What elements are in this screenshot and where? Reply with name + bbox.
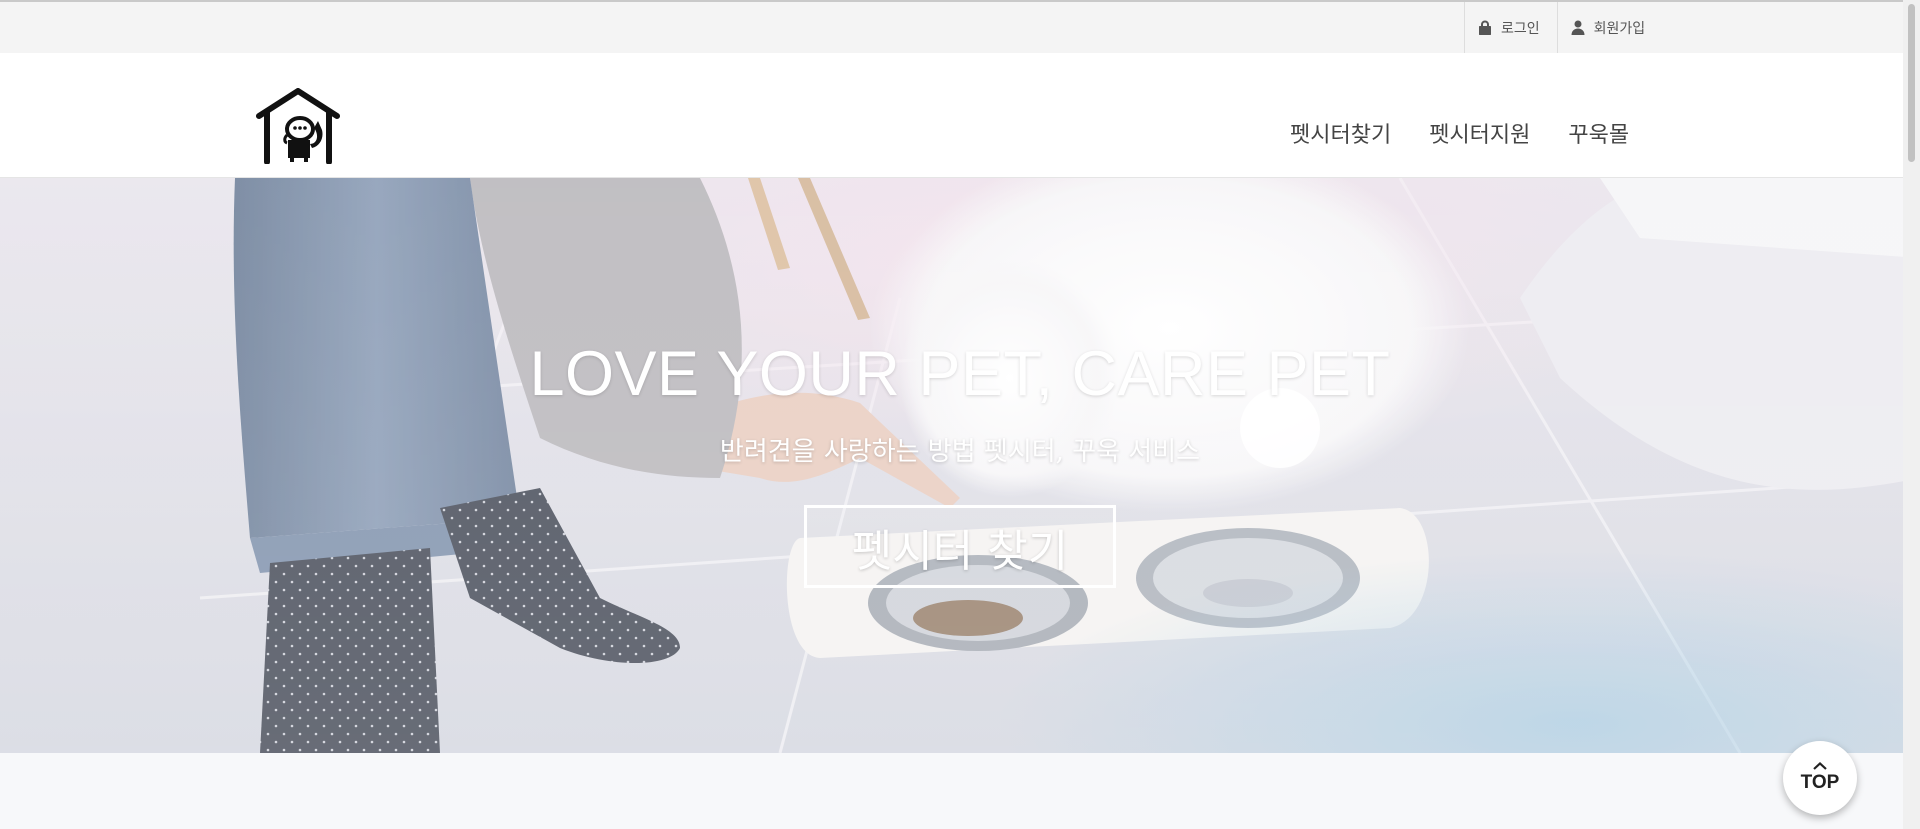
house-with-dog-icon: [256, 88, 340, 165]
top-utility-bar: 로그인 회원가입: [0, 0, 1920, 53]
nav-item-shop[interactable]: 꾸욱몰: [1568, 117, 1629, 149]
nav-item-apply-petsitter[interactable]: 펫시터지원: [1429, 117, 1530, 149]
hero-title: LOVE YOUR PET, CARE PET: [529, 339, 1391, 409]
back-to-top-button[interactable]: TOP: [1783, 741, 1857, 815]
signup-link[interactable]: 회원가입: [1556, 2, 1663, 53]
page-scrollbar[interactable]: [1903, 0, 1920, 829]
main-nav: 펫시터찾기 펫시터지원 꾸욱몰: [1290, 117, 1629, 149]
user-icon: [1571, 20, 1585, 35]
lock-icon: [1479, 20, 1491, 35]
chevron-up-icon: [1813, 762, 1827, 770]
login-label: 로그인: [1501, 20, 1540, 37]
scrollbar-thumb[interactable]: [1908, 4, 1915, 162]
site-header: 펫시터찾기 펫시터지원 꾸욱몰: [0, 53, 1920, 178]
account-links: 로그인 회원가입: [1464, 2, 1662, 53]
hero-banner: LOVE YOUR PET, CARE PET 반려견을 사랑하는 방법 펫시터…: [0, 178, 1920, 753]
nav-item-find-petsitter[interactable]: 펫시터찾기: [1290, 117, 1391, 149]
login-link[interactable]: 로그인: [1464, 2, 1557, 53]
signup-label: 회원가입: [1593, 20, 1646, 37]
back-to-top-label: TOP: [1800, 772, 1840, 793]
site-logo[interactable]: [256, 88, 340, 165]
find-petsitter-button[interactable]: 펫시터 찾기: [804, 505, 1116, 588]
hero-subtitle: 반려견을 사랑하는 방법 펫시터, 꾸욱 서비스: [719, 437, 1201, 467]
content-section: [0, 753, 1920, 829]
